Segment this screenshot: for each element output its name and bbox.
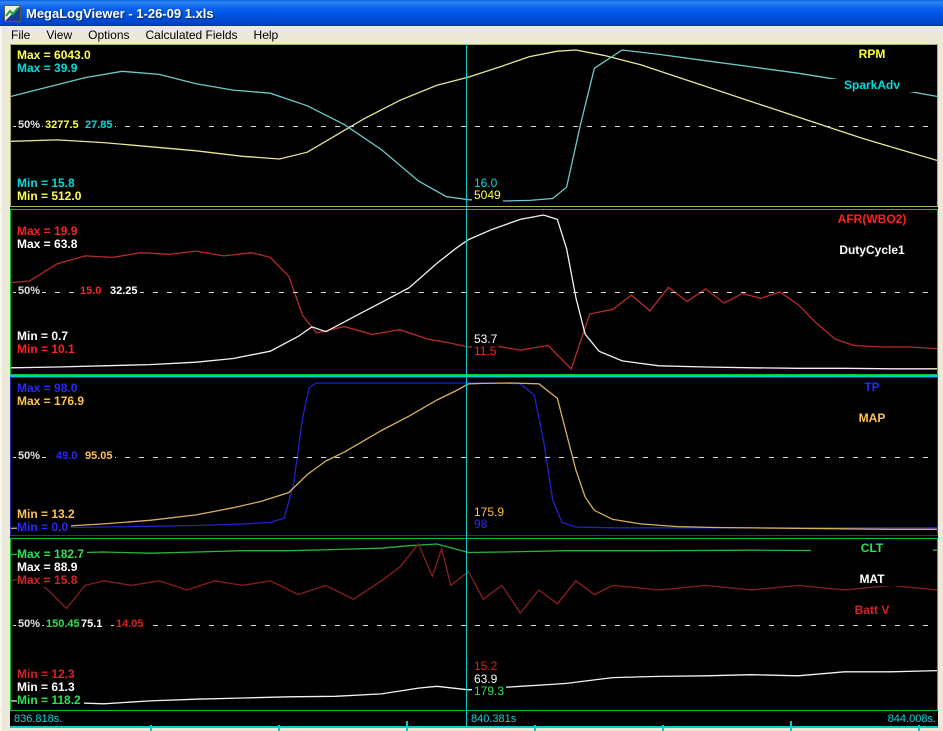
- series-name-label[interactable]: MAT: [859, 572, 884, 586]
- mid-value-label: 75.1: [79, 618, 104, 631]
- cursor-value-label: 179.3: [472, 685, 506, 698]
- mid-value-label: 15.0: [78, 285, 103, 298]
- window-left-edge: [0, 26, 2, 731]
- fifty-percent-line: [13, 457, 935, 458]
- series-name-label[interactable]: Batt V: [855, 603, 890, 617]
- max-label: Max = 15.8: [17, 574, 80, 587]
- menu-item-options[interactable]: Options: [80, 27, 137, 44]
- panel-rpm-sparkadv[interactable]: Max = 6043.0Max = 39.9Min = 15.8Min = 51…: [10, 44, 938, 207]
- time-axis: 836.818s. 840.381s 844.008s.: [10, 713, 938, 726]
- series-legend: AFR(WBO2) DutyCycle1: [811, 213, 933, 275]
- app-window: MegaLogViewer - 1-26-09 1.xls FileViewOp…: [0, 0, 943, 731]
- panel-clt-mat-battv[interactable]: Max = 182.7Max = 88.9Max = 15.8Min = 12.…: [10, 538, 938, 711]
- time-tick: [790, 721, 792, 731]
- series-legend: TP MAP: [811, 381, 933, 443]
- trace-batt-v: [11, 544, 937, 613]
- panel-afr-dutycycle[interactable]: Max = 19.9Max = 63.8Min = 0.7Min = 10.15…: [10, 209, 938, 375]
- window-title: MegaLogViewer - 1-26-09 1.xls: [26, 6, 214, 21]
- cursor-value-label: 98: [472, 518, 489, 531]
- fifty-percent-line: [13, 126, 935, 127]
- mid-value-label: 50%: [16, 285, 42, 298]
- mid-value-label: 50%: [16, 618, 42, 631]
- chart-area[interactable]: Max = 182.7Max = 88.9Max = 15.8Min = 12.…: [10, 44, 938, 728]
- menu-item-file[interactable]: File: [3, 27, 38, 44]
- min-label: Min = 10.1: [17, 343, 78, 356]
- series-legend: CLT MAT Batt V: [811, 542, 933, 635]
- trace-clt: [11, 544, 937, 555]
- time-end-label: 844.008s.: [888, 713, 936, 725]
- trace-rpm: [11, 50, 937, 160]
- time-start-label: 836.818s.: [14, 713, 62, 725]
- series-name-label[interactable]: SparkAdv: [844, 78, 900, 92]
- panel-tp-map[interactable]: Max = 98.0Max = 176.9Min = 13.2Min = 0.0…: [10, 377, 938, 536]
- mid-value-label: 150.45: [44, 618, 82, 631]
- series-name-label[interactable]: CLT: [861, 541, 883, 555]
- time-tick: [918, 725, 920, 731]
- min-label: Min = 118.2: [17, 694, 84, 707]
- min-label: Min = 512.0: [17, 190, 84, 203]
- time-tick: [534, 725, 536, 731]
- series-name-label[interactable]: DutyCycle1: [839, 243, 904, 257]
- mid-value-label: 14.05: [114, 618, 146, 631]
- series-name-label[interactable]: TP: [864, 380, 879, 394]
- menu-bar: FileViewOptionsCalculated FieldsHelp: [0, 26, 943, 44]
- cursor-value-label: 11.5: [472, 345, 498, 358]
- time-tick: [662, 725, 664, 731]
- mid-value-label: 49.0: [54, 450, 79, 463]
- mid-value-label: 3277.5: [43, 119, 81, 132]
- series-name-label[interactable]: MAP: [859, 411, 886, 425]
- mid-value-label: 50%: [16, 119, 42, 132]
- menu-item-help[interactable]: Help: [246, 27, 287, 44]
- time-tick: [150, 725, 152, 731]
- menu-item-view[interactable]: View: [38, 27, 80, 44]
- app-icon: [4, 5, 21, 22]
- mid-value-label: 95.05: [83, 450, 115, 463]
- fifty-percent-line: [13, 292, 935, 293]
- cursor-line[interactable]: [466, 44, 467, 726]
- menu-item-calculated-fields[interactable]: Calculated Fields: [138, 27, 246, 44]
- time-tick: [278, 725, 280, 731]
- cursor-value-label: 5049: [472, 189, 503, 202]
- mid-value-label: 50%: [16, 450, 42, 463]
- max-label: Max = 39.9: [17, 62, 80, 75]
- fifty-percent-line: [13, 625, 935, 626]
- series-name-label[interactable]: AFR(WBO2): [838, 212, 907, 226]
- series-legend: RPM SparkAdv: [811, 48, 933, 110]
- mid-value-label: 27.85: [83, 119, 115, 132]
- min-label: Min = 0.0: [17, 521, 71, 534]
- max-label: Max = 176.9: [17, 395, 87, 408]
- max-label: Max = 63.8: [17, 238, 80, 251]
- series-name-label[interactable]: RPM: [859, 47, 886, 61]
- title-bar[interactable]: MegaLogViewer - 1-26-09 1.xls: [0, 0, 943, 26]
- mid-value-label: 32.25: [108, 285, 140, 298]
- separator-teal: [10, 375, 938, 377]
- time-cursor-label: 840.381s: [471, 713, 516, 725]
- time-tick: [406, 721, 408, 731]
